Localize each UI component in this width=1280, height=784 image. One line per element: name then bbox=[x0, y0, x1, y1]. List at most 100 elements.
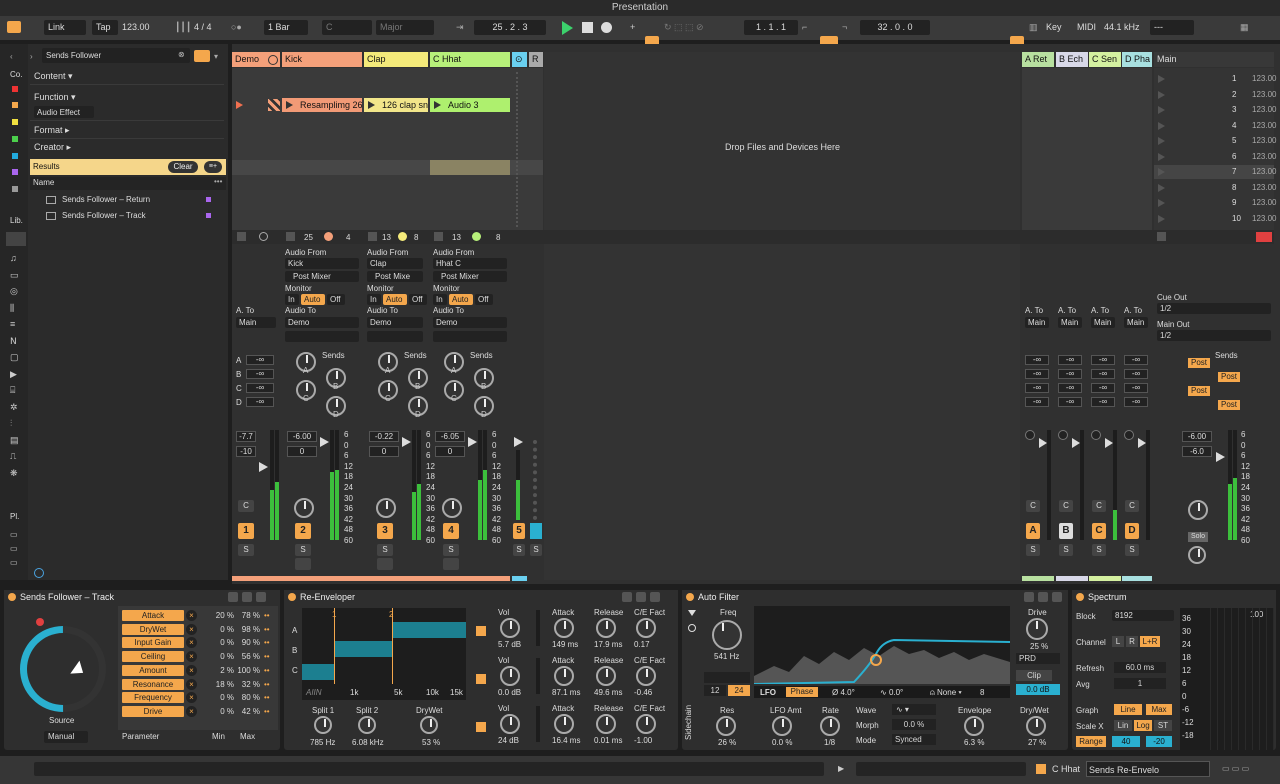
return-send-value[interactable]: -∞ bbox=[1025, 355, 1049, 365]
return-send-value[interactable]: -∞ bbox=[1091, 355, 1115, 365]
band-b-bar[interactable] bbox=[334, 641, 392, 657]
lfo-amt-knob[interactable] bbox=[772, 716, 792, 736]
return-solo[interactable]: S bbox=[1125, 544, 1139, 556]
input-channel-select[interactable]: Post Mixer bbox=[285, 271, 359, 282]
remove-parameter-icon[interactable]: × bbox=[186, 637, 197, 649]
browser-result-item[interactable]: Sends Follower – Return bbox=[46, 194, 224, 207]
device-save-icon[interactable] bbox=[228, 592, 238, 602]
refresh-field[interactable]: 60.0 ms bbox=[1114, 662, 1166, 673]
filter-audio-effect[interactable]: Audio Effect bbox=[34, 106, 94, 118]
filter-toggle-icon[interactable] bbox=[194, 50, 210, 62]
return-send-value[interactable]: -∞ bbox=[1025, 383, 1049, 393]
return-activator[interactable]: C bbox=[1092, 523, 1106, 539]
remove-parameter-icon[interactable]: × bbox=[186, 651, 197, 663]
return-solo[interactable]: S bbox=[1059, 544, 1073, 556]
time-signature-field[interactable]: 4 / 4 bbox=[194, 20, 212, 35]
demo-fader-icon[interactable] bbox=[259, 462, 268, 472]
monitor-in-button[interactable]: In bbox=[367, 294, 381, 305]
audio-to-select[interactable]: Demo bbox=[367, 317, 423, 328]
return-fader-icon[interactable] bbox=[1039, 438, 1047, 448]
browser-search-input[interactable]: Sends Follower ⊗ bbox=[42, 48, 190, 63]
scene-row[interactable]: 7 123.00 bbox=[1154, 165, 1276, 179]
audio-from-select[interactable]: Hhat C bbox=[433, 258, 507, 269]
parameter-row[interactable]: DryWet × 0 % 98 % •• bbox=[122, 623, 274, 635]
attack-knob[interactable] bbox=[554, 666, 574, 686]
stop-clip-icon[interactable] bbox=[286, 232, 295, 241]
clip-play-icon[interactable] bbox=[368, 101, 375, 109]
group-fold-icon[interactable] bbox=[268, 55, 278, 65]
parameter-min[interactable]: 0 % bbox=[206, 706, 234, 717]
parameter-menu-icon[interactable]: •• bbox=[264, 651, 270, 662]
ce-knob[interactable] bbox=[636, 714, 656, 734]
slope-12-button[interactable]: 12 bbox=[704, 685, 726, 696]
track-pan[interactable]: 0 bbox=[369, 446, 399, 457]
monitor-auto-button[interactable]: Auto bbox=[383, 294, 407, 305]
return-crossfade[interactable]: C bbox=[1125, 500, 1139, 512]
filter-content[interactable]: Content ▾ bbox=[34, 71, 73, 82]
solo-button[interactable]: S bbox=[443, 544, 459, 556]
track-header-clap[interactable]: Clap bbox=[364, 52, 428, 67]
clear-search-icon[interactable]: ⊗ bbox=[178, 50, 185, 59]
monitor-in-button[interactable]: In bbox=[285, 294, 299, 305]
return-monitor-icon[interactable] bbox=[1025, 430, 1035, 440]
band-enable-checkbox[interactable] bbox=[476, 674, 486, 684]
selected-slot[interactable] bbox=[430, 160, 510, 175]
quantization-select[interactable]: 1 Bar bbox=[264, 20, 308, 35]
pan-knob[interactable] bbox=[294, 498, 314, 518]
name-column-label[interactable]: Name bbox=[33, 178, 54, 187]
band-a-bar[interactable] bbox=[392, 622, 466, 638]
reenable-automation-icon[interactable]: ↻ ⬚ ⬚ ⊘ bbox=[664, 20, 704, 35]
overview-scroll[interactable] bbox=[856, 762, 1026, 776]
remove-parameter-icon[interactable]: × bbox=[186, 623, 197, 635]
stop-clip-icon[interactable] bbox=[434, 232, 443, 241]
midi-map-button[interactable]: MIDI bbox=[1077, 20, 1096, 35]
main-out-select[interactable]: 1/2 bbox=[1157, 330, 1271, 341]
return-send-value[interactable]: -∞ bbox=[1124, 369, 1148, 379]
split1-knob[interactable] bbox=[314, 716, 332, 734]
none-select[interactable]: ⍝ None ▾ bbox=[930, 688, 962, 698]
return-send-value[interactable]: -∞ bbox=[1025, 397, 1049, 407]
parameter-name[interactable]: Attack bbox=[122, 610, 184, 621]
fader-icon[interactable] bbox=[402, 437, 411, 447]
return-fader-icon[interactable] bbox=[1105, 438, 1113, 448]
cue-volume-knob[interactable] bbox=[1188, 546, 1206, 564]
parameter-row[interactable]: Frequency × 0 % 80 % •• bbox=[122, 692, 274, 704]
return-solo[interactable]: S bbox=[1026, 544, 1040, 556]
group-solo[interactable]: S bbox=[513, 544, 525, 556]
collection-green-icon[interactable] bbox=[12, 136, 18, 142]
envelope-knob[interactable] bbox=[964, 716, 984, 736]
parameter-menu-icon[interactable]: •• bbox=[264, 706, 270, 717]
parameter-menu-icon[interactable]: •• bbox=[264, 637, 270, 648]
return-send-value[interactable]: -∞ bbox=[1025, 369, 1049, 379]
scene-row[interactable]: 10 123.00 bbox=[1154, 212, 1276, 226]
return-send-value[interactable]: -∞ bbox=[1058, 355, 1082, 365]
band-display[interactable]: 1 2 AIIN 1k 5k 10k 15k bbox=[302, 608, 466, 700]
scene-launch-icon[interactable] bbox=[1158, 168, 1165, 176]
return-fader-icon[interactable] bbox=[1138, 438, 1146, 448]
scale-st-button[interactable]: ST bbox=[1154, 720, 1172, 731]
return-solo[interactable]: S bbox=[1092, 544, 1106, 556]
phase-button[interactable]: Phase bbox=[786, 687, 818, 697]
return-send-value[interactable]: -∞ bbox=[1124, 383, 1148, 393]
parameter-name[interactable]: Resonance bbox=[122, 678, 184, 690]
post-toggle-c[interactable]: Post bbox=[1188, 386, 1210, 396]
remove-parameter-icon[interactable]: × bbox=[186, 678, 197, 690]
device-close-icon[interactable] bbox=[650, 592, 660, 602]
device-close-icon[interactable] bbox=[256, 592, 266, 602]
range-high-field[interactable]: 40 bbox=[1112, 736, 1140, 747]
view-toggle-icon[interactable] bbox=[7, 21, 21, 33]
remove-parameter-icon[interactable]: × bbox=[186, 692, 197, 704]
scale-select[interactable]: Major bbox=[376, 20, 434, 35]
scene-row[interactable]: 4 123.00 bbox=[1154, 119, 1276, 133]
device-on-icon[interactable] bbox=[686, 593, 694, 601]
parameter-max[interactable]: 90 % bbox=[236, 637, 260, 648]
af-drywet-knob[interactable] bbox=[1026, 716, 1046, 736]
audio-to-select[interactable]: Demo bbox=[285, 317, 359, 328]
collection-gray-icon[interactable] bbox=[12, 186, 18, 192]
sidechain-expand-icon[interactable] bbox=[688, 610, 696, 618]
scene-launch-icon[interactable] bbox=[1158, 152, 1165, 161]
back-icon[interactable]: ‹ bbox=[10, 52, 13, 61]
record-toggle-icon[interactable]: ○● bbox=[231, 20, 242, 35]
demo-crossfade[interactable]: C bbox=[238, 500, 254, 512]
track-header-kick[interactable]: Kick bbox=[282, 52, 362, 67]
